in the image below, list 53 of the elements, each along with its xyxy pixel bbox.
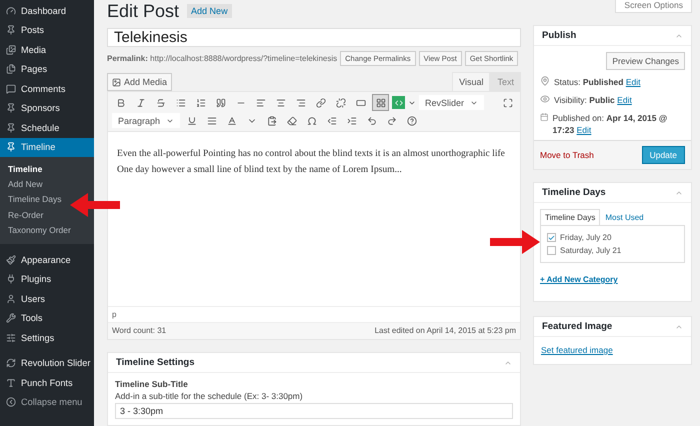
preview-changes-button[interactable]: Preview Changes: [606, 52, 685, 70]
move-to-trash-link[interactable]: Move to Trash: [540, 150, 594, 160]
submenu-item[interactable]: Timeline: [8, 161, 42, 176]
edit-link[interactable]: Edit: [617, 95, 632, 105]
collapse-menu-button[interactable]: Collapse menu: [0, 392, 94, 412]
panel-title: Publish: [542, 30, 576, 41]
sidebar-item[interactable]: Dashboard: [0, 1, 94, 20]
sidebar-item[interactable]: Settings: [0, 328, 94, 348]
sidebar-item[interactable]: Appearance: [0, 250, 94, 270]
panel-title: Timeline Days: [542, 187, 606, 198]
permalink-text: Permalink: http://localhost:8888/wordpress/?timeline=telekinesis: [107, 54, 338, 63]
add-new-button[interactable]: Add New: [187, 4, 232, 18]
format-dropdown[interactable]: Paragraph: [112, 113, 180, 128]
sidebar-item[interactable]: Posts: [0, 20, 94, 40]
submenu-item[interactable]: Add New: [8, 176, 42, 192]
checkbox-label: Friday, July 20: [560, 233, 612, 242]
submenu-item[interactable]: Taxonomy Order: [8, 222, 71, 238]
editor-tab[interactable]: Visual: [452, 72, 490, 91]
field-label: Timeline Sub-Title: [115, 379, 189, 389]
page-title: Edit Post: [107, 0, 180, 22]
editor-content[interactable]: Even the all-powerful Pointing has no control about the blind texts it is an almost unorthographic life One day however a small line of blind text by the name of Lorem Ipsum...: [108, 132, 520, 306]
sidebar-item[interactable]: Sponsors: [0, 98, 94, 118]
last-edited-text: Last edited on April 14, 2015 at 5:23 pm: [374, 326, 516, 335]
checkbox-label: Saturday, July 21: [560, 246, 622, 255]
publish-info: Visibility: Public Edit: [554, 94, 632, 106]
add-category-link[interactable]: + Add New Category: [540, 275, 618, 284]
sidebar-item[interactable]: Schedule: [0, 118, 94, 138]
subtitle-field[interactable]: 3 - 3:30pm: [115, 403, 513, 419]
post-title-field[interactable]: Telekinesis: [107, 28, 521, 47]
submenu-item[interactable]: Re-Order: [8, 207, 44, 223]
word-count: Word count: 31: [112, 326, 166, 335]
publish-info: Published on: Apr 14, 2015 @ 17:23 Edit: [552, 112, 668, 136]
edit-link[interactable]: Edit: [626, 77, 640, 87]
publish-info: Status: Published Edit: [554, 76, 640, 88]
panel-title: Featured Image: [542, 321, 612, 332]
panel-title: Timeline Settings: [116, 357, 194, 368]
sidebar-item[interactable]: Tools: [0, 308, 94, 328]
sidebar-item[interactable]: Pages: [0, 60, 94, 79]
screen-options-button[interactable]: Screen Options: [615, 0, 692, 13]
featured-image-link[interactable]: Set featured image: [541, 345, 613, 355]
submenu-item[interactable]: Timeline Days: [8, 192, 62, 208]
sidebar-item[interactable]: Punch Fonts: [0, 372, 94, 392]
sidebar-item[interactable]: Plugins: [0, 269, 94, 289]
edit-link[interactable]: Edit: [576, 125, 592, 135]
field-help: Add-in a sub-title for the schedule (Ex: 3- 3:30pm): [115, 391, 304, 401]
add-media-button[interactable]: Add Media: [107, 73, 172, 91]
sidebar-item[interactable]: Media: [0, 40, 94, 60]
sidebar-item[interactable]: Comments: [0, 79, 94, 98]
revslider-dropdown[interactable]: RevSlider: [419, 95, 484, 110]
sidebar-item[interactable]: Revolution Slider: [0, 353, 94, 373]
sidebar-item[interactable]: Timeline: [0, 138, 94, 157]
category-tab[interactable]: Timeline Days: [540, 209, 600, 225]
sidebar-item[interactable]: Users: [0, 288, 94, 308]
